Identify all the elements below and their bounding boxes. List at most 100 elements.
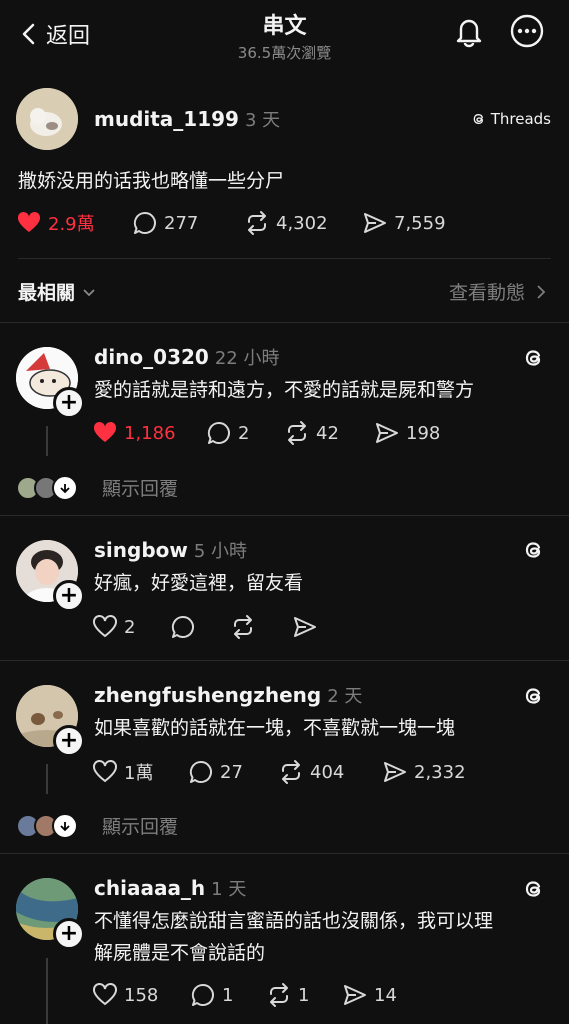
avatar[interactable] — [16, 88, 78, 150]
more-options-icon[interactable] — [510, 14, 544, 48]
comment-icon — [133, 211, 156, 234]
sort-dropdown[interactable]: 最相關 — [18, 278, 97, 305]
reply-actions: 1萬 27 404 2,332 — [92, 759, 466, 785]
post-text: 撒娇没用的话我也略懂一些分尸 — [18, 170, 285, 192]
reply-text: 愛的話就是詩和遠方，不愛的話就是屍和警方 — [94, 379, 475, 401]
like-count: 1,186 — [124, 422, 176, 444]
reply-text: 如果喜歡的話就在一塊，不喜歡就一塊一塊 — [94, 717, 456, 739]
comment-count: 277 — [164, 212, 199, 234]
repost-button[interactable] — [230, 614, 292, 640]
reply-meta: singbow 5 小時 — [94, 537, 247, 563]
share-count: 2,332 — [414, 761, 466, 783]
threads-icon[interactable] — [522, 346, 546, 370]
bell-icon[interactable] — [452, 14, 486, 48]
share-button[interactable]: 14 — [342, 982, 397, 1008]
show-replies-button[interactable]: 顯示回覆 — [16, 812, 178, 839]
follow-plus-button[interactable]: + — [53, 725, 85, 757]
arrow-down-icon — [52, 474, 78, 501]
chevron-down-icon — [83, 288, 95, 296]
threads-badge[interactable]: Threads — [471, 110, 551, 128]
reply-meta: chiaaaa_h 1 天 — [94, 875, 246, 901]
threads-icon[interactable] — [522, 684, 546, 708]
like-count: 158 — [124, 984, 159, 1006]
comment-button[interactable]: 2 — [206, 420, 284, 446]
show-replies-button[interactable]: 顯示回覆 — [16, 474, 178, 501]
post-meta: mudita_1199 3 天 — [94, 106, 280, 132]
thread-line — [46, 764, 48, 794]
repost-icon — [288, 421, 306, 445]
username[interactable]: zhengfushengzheng — [94, 683, 321, 707]
repost-icon — [234, 615, 252, 639]
reply-actions: 1,186 2 42 198 — [92, 420, 440, 446]
send-icon — [376, 423, 398, 443]
repost-count: 4,302 — [276, 212, 328, 234]
share-button[interactable] — [292, 614, 318, 640]
repost-count: 404 — [310, 761, 345, 783]
reply-avatars — [16, 474, 78, 501]
like-button[interactable]: 2 — [92, 614, 170, 640]
heart-icon — [93, 760, 117, 783]
comment-icon — [207, 421, 230, 444]
follow-plus-button[interactable]: + — [53, 918, 85, 950]
share-button[interactable]: 2,332 — [382, 759, 466, 785]
sort-label: 最相關 — [18, 282, 76, 304]
send-icon — [294, 617, 316, 637]
send-icon — [384, 762, 406, 782]
divider — [0, 515, 569, 516]
divider — [0, 660, 569, 661]
comment-button[interactable]: 1 — [190, 982, 266, 1008]
comment-button[interactable]: 277 — [132, 210, 244, 236]
reply-text: 好瘋，好愛這裡，留友看 — [94, 572, 304, 594]
follow-plus-button[interactable]: + — [53, 387, 85, 419]
comment-icon — [189, 760, 212, 783]
like-count: 2.9萬 — [48, 214, 95, 235]
repost-icon — [270, 983, 288, 1007]
comment-count: 27 — [220, 761, 243, 783]
heart-filled-icon — [17, 211, 41, 232]
comment-button[interactable] — [170, 614, 230, 640]
thread-line — [46, 426, 48, 456]
repost-button[interactable]: 404 — [278, 759, 382, 785]
share-button[interactable]: 7,559 — [362, 210, 446, 236]
chevron-right-icon — [537, 284, 546, 299]
comment-count: 1 — [222, 984, 234, 1006]
divider — [0, 853, 569, 854]
share-count: 14 — [374, 984, 397, 1006]
share-button[interactable]: 198 — [374, 420, 440, 446]
thread-line — [46, 958, 48, 1024]
divider — [0, 322, 569, 323]
like-button[interactable]: 2.9萬 — [16, 210, 132, 236]
send-icon — [344, 985, 366, 1005]
heart-icon — [93, 615, 117, 638]
threads-icon[interactable] — [522, 538, 546, 562]
avatar-image — [16, 88, 78, 150]
reply-actions: 2 — [92, 614, 318, 640]
repost-icon — [282, 760, 300, 784]
threads-icon[interactable] — [522, 877, 546, 901]
reply-avatars — [16, 812, 78, 839]
username[interactable]: singbow — [94, 538, 188, 562]
threads-icon — [473, 113, 483, 125]
username[interactable]: mudita_1199 — [94, 107, 239, 131]
share-count: 7,559 — [394, 212, 446, 234]
repost-icon — [248, 211, 266, 235]
share-count: 198 — [406, 422, 441, 444]
username[interactable]: chiaaaa_h — [94, 876, 205, 900]
view-activity-link[interactable]: 查看動態 — [449, 278, 547, 305]
reply-time: 2 天 — [327, 686, 363, 707]
like-button[interactable]: 1,186 — [92, 420, 206, 446]
like-button[interactable]: 158 — [92, 982, 190, 1008]
username[interactable]: dino_0320 — [94, 345, 209, 369]
reply-time: 22 小時 — [214, 348, 280, 369]
comment-button[interactable]: 27 — [188, 759, 278, 785]
follow-plus-button[interactable]: + — [53, 580, 85, 612]
repost-button[interactable]: 42 — [284, 420, 374, 446]
reply-text-line: 解屍體是不會說話的 — [94, 942, 266, 964]
like-count: 1萬 — [124, 763, 154, 784]
header: 返回 串文 36.5萬次瀏覽 — [0, 0, 569, 70]
repost-count: 1 — [298, 984, 310, 1006]
like-button[interactable]: 1萬 — [92, 759, 188, 785]
repost-button[interactable]: 4,302 — [244, 210, 362, 236]
repost-button[interactable]: 1 — [266, 982, 342, 1008]
show-replies-label: 顯示回覆 — [102, 816, 179, 838]
